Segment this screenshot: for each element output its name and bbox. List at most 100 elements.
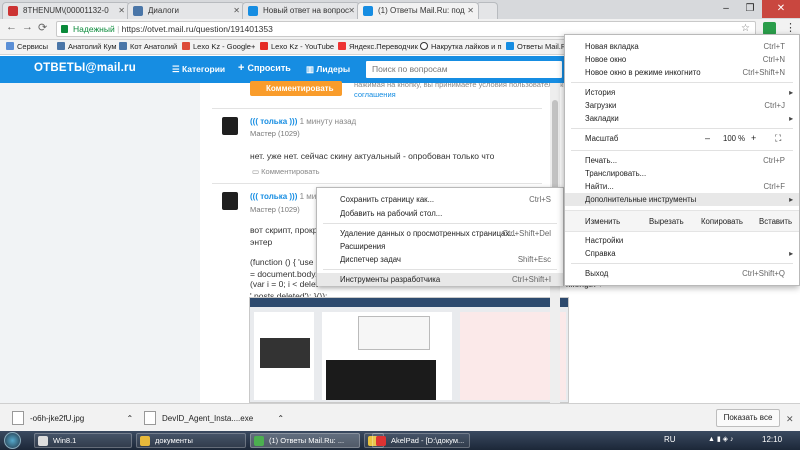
bookmark-item[interactable]: Анатолий Кум: [57, 42, 117, 51]
bookmark-label: Кот Анатолий: [130, 42, 178, 51]
zoom-level: 100 %: [723, 134, 746, 143]
menu-item-history[interactable]: История ▸: [565, 86, 799, 99]
menu-separator: [323, 269, 557, 270]
menu-item-clear-data[interactable]: Удаление данных о просмотренных страница…: [317, 227, 563, 240]
nav-leaders[interactable]: ▥ Лидеры: [306, 64, 350, 75]
tab-3[interactable]: Новый ответ на вопрос ✕: [242, 2, 360, 19]
download-item[interactable]: DevID_Agent_Insta....exe ⌃: [144, 411, 284, 425]
nav-label: Спросить: [247, 63, 291, 73]
avatar[interactable]: [222, 192, 238, 210]
back-icon[interactable]: ←: [6, 21, 17, 33]
menu-item-bookmarks[interactable]: Закладки ▸: [565, 112, 799, 125]
taskbar-item[interactable]: (1) Ответы Mail.Ru: ...: [250, 433, 360, 448]
tray-icons[interactable]: ▲ ▮ ◈ ♪: [708, 435, 734, 443]
menu-item-find[interactable]: Найти... Ctrl+F: [565, 180, 799, 193]
menu-label: Инструменты разработчика: [340, 275, 441, 284]
shortcut: Ctrl+F: [763, 182, 785, 191]
shortcut: Ctrl+S: [529, 195, 551, 204]
site-search-input[interactable]: Поиск по вопросам: [366, 61, 562, 78]
bookmark-label: Lexo Kz - Google+: [193, 42, 256, 51]
menu-item-downloads[interactable]: Загрузки Ctrl+J: [565, 99, 799, 112]
tab-2[interactable]: Диалоги ✕: [127, 2, 245, 19]
apps-icon: [6, 42, 14, 50]
chevron-right-icon: ▸: [789, 195, 793, 204]
menu-item-devtools[interactable]: Инструменты разработчика Ctrl+Shift+I: [317, 273, 563, 286]
download-item[interactable]: -o6h-jke2fU.jpg ⌃: [12, 411, 133, 425]
bookmark-item[interactable]: Накрутка лайков и п: [420, 42, 502, 51]
nav-categories[interactable]: ☰ Категории: [172, 64, 225, 75]
menu-label: Транслировать...: [585, 169, 647, 178]
chevron-right-icon: ▸: [789, 114, 793, 123]
minimize-button[interactable]: –: [714, 0, 738, 18]
bookmark-item[interactable]: Lexo Kz - Google+: [182, 42, 255, 51]
close-tab-icon[interactable]: ✕: [348, 6, 355, 15]
menu-item-save-page[interactable]: Сохранить страницу как... Ctrl+S: [317, 193, 563, 206]
start-button[interactable]: [4, 432, 21, 449]
paste-button[interactable]: Вставить: [759, 217, 792, 226]
zoom-in-button[interactable]: +: [751, 132, 756, 145]
menu-item-add-to-desktop[interactable]: Добавить на рабочий стол...: [317, 207, 563, 220]
shortcut: Ctrl+Shift+Del: [502, 229, 551, 238]
chevron-up-icon[interactable]: ⌃: [277, 414, 284, 423]
cut-button[interactable]: Вырезать: [649, 217, 684, 226]
bookmark-item[interactable]: Lexo Kz - YouTube: [260, 42, 334, 51]
tab-4-active[interactable]: (1) Ответы Mail.Ru: под ✕: [357, 2, 479, 19]
fullscreen-icon[interactable]: ⛶: [775, 132, 781, 145]
menu-separator: [571, 82, 793, 83]
chevron-up-icon[interactable]: ⌃: [126, 414, 133, 423]
bookmark-item[interactable]: Яндекс.Переводчик: [338, 42, 418, 51]
answer-author[interactable]: ((( толька ))) 1 минуту назад: [250, 117, 356, 126]
menu-item-print[interactable]: Печать... Ctrl+P: [565, 154, 799, 167]
forward-icon[interactable]: →: [22, 21, 33, 33]
nav-ask[interactable]: + Спросить: [238, 62, 291, 74]
bookmark-item[interactable]: Ответы Mail.R: [506, 42, 566, 51]
zoom-out-button[interactable]: –: [705, 132, 710, 145]
bookmark-item[interactable]: Сервисы: [6, 42, 48, 51]
taskbar-label: Win8.1: [53, 436, 77, 445]
bookmark-item[interactable]: Кот Анатолий: [119, 42, 177, 51]
close-downloads-icon[interactable]: ✕: [786, 414, 794, 425]
author-rank: Мастер (1029): [250, 205, 300, 214]
menu-item-new-tab[interactable]: Новая вкладка Ctrl+T: [565, 40, 799, 53]
close-tab-icon[interactable]: ✕: [118, 6, 125, 15]
menu-item-extensions[interactable]: Расширения: [317, 240, 563, 253]
show-all-downloads-button[interactable]: Показать все: [716, 409, 780, 427]
reload-icon[interactable]: ⟳: [38, 21, 47, 34]
menu-item-task-manager[interactable]: Диспетчер задач Shift+Esc: [317, 253, 563, 266]
close-tab-icon[interactable]: ✕: [467, 6, 474, 15]
taskbar-item[interactable]: документы: [136, 433, 246, 448]
maximize-button[interactable]: ❐: [738, 0, 762, 18]
menu-item-new-window[interactable]: Новое окно Ctrl+N: [565, 53, 799, 66]
agreement-link[interactable]: соглашения: [354, 90, 396, 99]
comment-link[interactable]: ▭ Комментировать: [252, 167, 320, 176]
menu-item-settings[interactable]: Настройки: [565, 234, 799, 247]
comment-submit-button[interactable]: Комментировать: [250, 81, 342, 96]
tab-1[interactable]: 8THENUM\(00001132-0 ✕: [2, 2, 130, 19]
menu-item-more-tools[interactable]: Дополнительные инструменты ▸: [565, 193, 799, 206]
menu-item-exit[interactable]: Выход Ctrl+Shift+Q: [565, 267, 799, 280]
menu-item-cast[interactable]: Транслировать...: [565, 167, 799, 180]
nav-label: Лидеры: [316, 64, 351, 74]
menu-zoom-row: Масштаб – 100 % + ⛶: [565, 132, 799, 145]
menu-label: Диспетчер задач: [340, 255, 401, 264]
attached-screenshot-image[interactable]: [249, 297, 569, 403]
close-tab-icon[interactable]: ✕: [233, 6, 240, 15]
clock[interactable]: 12:10: [762, 435, 782, 444]
new-tab-button[interactable]: [476, 2, 498, 19]
site-logo[interactable]: ОТВЕТЫ@mail.ru: [34, 62, 136, 74]
menu-edit-row: Изменить Вырезать Копировать Вставить: [565, 210, 799, 232]
mail-icon: [363, 6, 373, 16]
chrome-menu-icon[interactable]: ⋮: [785, 21, 796, 34]
file-icon: [12, 411, 24, 425]
menu-label: Настройки: [585, 236, 624, 245]
menu-item-incognito[interactable]: Новое окно в режиме инкогнито Ctrl+Shift+…: [565, 66, 799, 79]
taskbar-item[interactable]: Win8.1: [34, 433, 132, 448]
menu-item-help[interactable]: Справка ▸: [565, 247, 799, 260]
copy-button[interactable]: Копировать: [701, 217, 743, 226]
close-window-button[interactable]: ✕: [762, 0, 800, 18]
language-indicator[interactable]: RU: [664, 435, 676, 444]
menu-label: Сохранить страницу как...: [340, 195, 435, 204]
taskbar-item[interactable]: AkelPad - [D:\докум...: [372, 433, 470, 448]
avatar[interactable]: [222, 117, 238, 135]
menu-label: Дополнительные инструменты: [585, 195, 697, 204]
